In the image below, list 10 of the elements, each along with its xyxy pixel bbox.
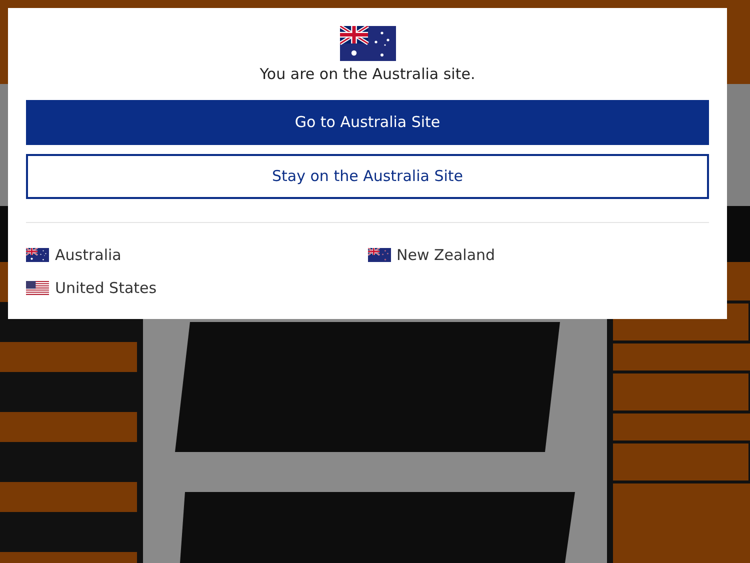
country-link[interactable]: New Zealand (368, 244, 496, 266)
stay-on-site-button[interactable]: Stay on the Australia Site (26, 154, 709, 199)
flag-icon (340, 26, 396, 61)
site-message: You are on the Australia site. (260, 64, 476, 84)
go-to-site-button[interactable]: Go to Australia Site (26, 100, 709, 145)
flag-icon (26, 281, 49, 295)
flag-icon (368, 248, 390, 262)
country-link[interactable]: United States (26, 277, 157, 299)
flag-icon (26, 248, 49, 262)
country-link[interactable]: Australia (26, 244, 122, 266)
